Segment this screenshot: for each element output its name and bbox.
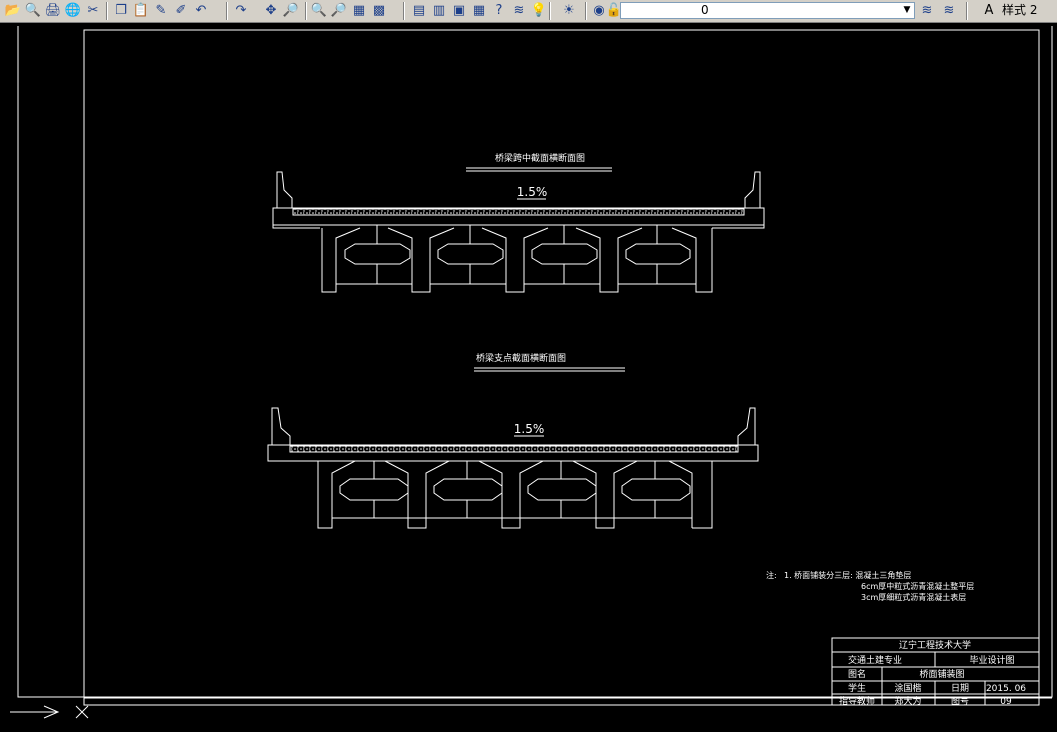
- drawing-no-label: 图号: [951, 696, 969, 707]
- drawing-name: 桥面铺装图: [919, 668, 964, 680]
- undo-icon[interactable]: ↶: [192, 2, 210, 20]
- help-icon[interactable]: ?: [490, 2, 508, 20]
- block-editor-icon[interactable]: ✐: [172, 2, 190, 20]
- paste-icon[interactable]: 📋: [132, 2, 150, 20]
- student-name: 涂国楷: [894, 682, 921, 694]
- open-icon[interactable]: 📂: [4, 2, 22, 20]
- design-type: 毕业设计图: [969, 654, 1014, 666]
- cut-icon[interactable]: ✂: [84, 2, 102, 20]
- toolbar-separator: [106, 2, 108, 20]
- zoom-previous-icon[interactable]: 🔎: [330, 2, 348, 20]
- note-line-1: 1. 桥面铺装分三层: 混凝土三角垫层: [784, 570, 911, 580]
- drawing-border: [10, 26, 1053, 713]
- support-section: [267, 367, 759, 529]
- major-name: 交通土建专业: [848, 654, 902, 666]
- toolbar-separator: [226, 2, 228, 20]
- zoom-window-icon[interactable]: 🔍: [310, 2, 328, 20]
- sheet-set-icon[interactable]: ▥: [430, 2, 448, 20]
- chevron-down-icon[interactable]: ▼: [901, 4, 913, 17]
- layer-freeze-icon[interactable]: ☀: [560, 2, 578, 20]
- advisor-label: 指导教师: [839, 695, 875, 707]
- properties-icon[interactable]: ▦: [350, 2, 368, 20]
- student-label: 学生: [848, 682, 866, 694]
- design-center-icon[interactable]: ▩: [370, 2, 388, 20]
- standard-toolbar: 📂 🔍 🖨 🌐 ✂ ❐ 📋 ✎ ✐ ↶ ↷ ✥ 🔎 🔍 🔎 ▦ ▩ ▤ ▥ ▣ ▦? ≋ 💡 ☀ ◉ 🔓 0 ▼ ≋ ≋ A 样式…: [0, 0, 1057, 23]
- midspan-title: 桥梁跨中截面横断面图: [495, 152, 585, 164]
- layer-dropdown[interactable]: 0 ▼: [620, 2, 915, 19]
- match-properties-icon[interactable]: ✎: [152, 2, 170, 20]
- publish-icon[interactable]: 🖨: [44, 2, 62, 20]
- toolbar-separator: [549, 2, 551, 20]
- drawing-no: 09: [1000, 697, 1012, 707]
- toolbar-separator: [305, 2, 307, 20]
- layer-previous-icon[interactable]: ≋: [918, 2, 936, 20]
- text-style-dropdown[interactable]: 样式 2: [1002, 2, 1057, 19]
- note-line-2: 6cm厚中粒式沥青混凝土整平层: [861, 581, 974, 591]
- zoom-realtime-icon[interactable]: 🔎: [282, 2, 300, 20]
- redo-icon[interactable]: ↷: [232, 2, 250, 20]
- layer-manager-icon[interactable]: ≋: [510, 2, 528, 20]
- support-slope-label: 1.5%: [514, 422, 545, 436]
- university-name: 辽宁工程技术大学: [899, 639, 971, 651]
- toolbar-separator: [966, 2, 968, 20]
- layer-on-icon[interactable]: 💡: [530, 2, 548, 20]
- layer-name: 0: [701, 3, 709, 17]
- support-title: 桥梁支点截面横断面图: [476, 352, 566, 364]
- toolbar-separator: [403, 2, 405, 20]
- midspan-slope-label: 1.5%: [517, 185, 548, 199]
- plot-preview-icon[interactable]: 🔍: [24, 2, 42, 20]
- ucs-icon: [10, 705, 89, 719]
- note-line-3: 3cm厚细粒式沥青混凝土表层: [861, 592, 966, 602]
- layer-states-icon[interactable]: ≋: [940, 2, 958, 20]
- date-value: 2015. 06: [986, 684, 1026, 694]
- note-label: 注:: [766, 570, 777, 580]
- advisor-name: 郑大为: [894, 695, 921, 707]
- tool-palettes-icon[interactable]: ▤: [410, 2, 428, 20]
- calculator-icon[interactable]: ▦: [470, 2, 488, 20]
- copy-icon[interactable]: ❐: [112, 2, 130, 20]
- toolbar-separator: [585, 2, 587, 20]
- date-label: 日期: [951, 683, 969, 694]
- globe-icon[interactable]: 🌐: [64, 2, 82, 20]
- text-style-icon[interactable]: A: [980, 2, 998, 20]
- drawing-name-label: 图名: [848, 668, 866, 680]
- pan-icon[interactable]: ✥: [262, 2, 280, 20]
- drawing-canvas[interactable]: 桥梁跨中截面横断面图 1.5% 桥梁支点截面横断面图 1.5% 注: 1. 桥面…: [0, 23, 1057, 728]
- markup-icon[interactable]: ▣: [450, 2, 468, 20]
